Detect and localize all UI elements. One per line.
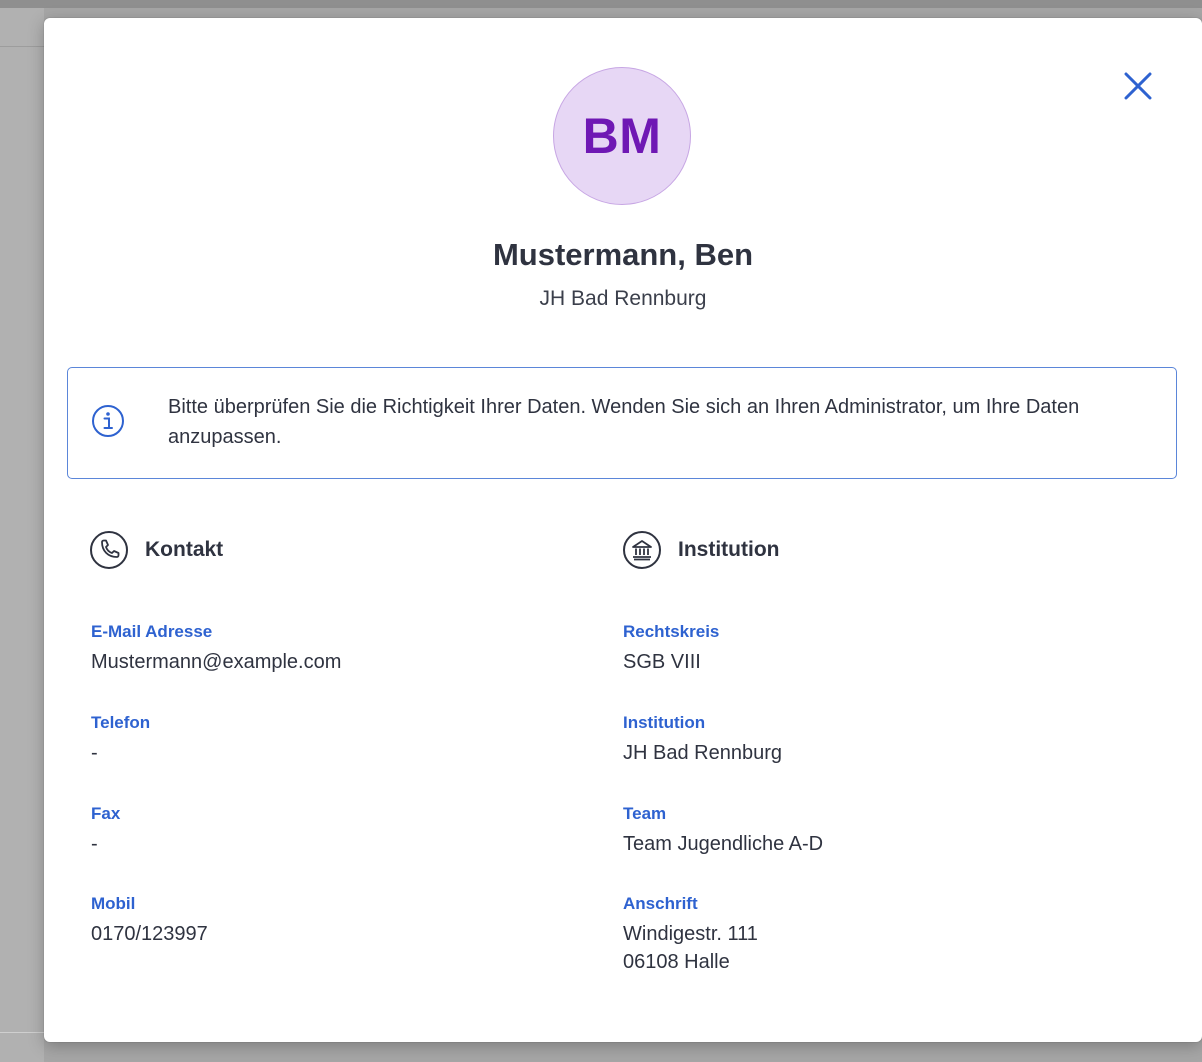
contact-section-header: Kontakt xyxy=(89,530,223,570)
backdrop-left-page xyxy=(0,8,44,1062)
field-address: Anschrift Windigestr. 111 06108 Halle xyxy=(623,894,1103,976)
field-value: SGB VIII xyxy=(623,651,701,674)
field-value: - xyxy=(91,742,98,765)
field-value: Team Jugendliche A-D xyxy=(623,833,824,856)
field-label: Rechtskreis xyxy=(623,622,720,641)
user-name: Mustermann, Ben xyxy=(492,237,754,272)
field-value: JH Bad Rennburg xyxy=(623,742,782,765)
phone-icon xyxy=(89,530,129,570)
field-label: Fax xyxy=(91,804,121,823)
backdrop-divider xyxy=(0,46,44,47)
institution-section-title: Institution xyxy=(678,538,780,561)
close-button[interactable] xyxy=(1120,68,1156,104)
field-email: E-Mail Adresse Mustermann@example.com xyxy=(91,622,571,676)
info-message: Bitte überprüfen Sie die Richtigkeit Ihr… xyxy=(168,396,1080,448)
field-label: Telefon xyxy=(91,713,151,732)
field-phone: Telefon - xyxy=(91,713,571,767)
field-value: Mustermann@example.com xyxy=(91,651,342,674)
field-value: Windigestr. 111 06108 Halle xyxy=(623,923,758,974)
user-profile-modal: BM Mustermann, Ben JH Bad Rennburg Bitte… xyxy=(44,18,1202,1042)
field-institution: Institution JH Bad Rennburg xyxy=(623,713,1103,767)
field-label: Institution xyxy=(623,713,706,732)
contact-section-title: Kontakt xyxy=(145,538,224,561)
info-banner: Bitte überprüfen Sie die Richtigkeit Ihr… xyxy=(67,367,1177,479)
field-label: Mobil xyxy=(91,894,136,913)
avatar-initials: BM xyxy=(582,108,662,164)
field-value: - xyxy=(91,833,98,856)
field-team: Team Team Jugendliche A-D xyxy=(623,804,1103,858)
field-label: Anschrift xyxy=(623,894,698,913)
field-legal-area: Rechtskreis SGB VIII xyxy=(623,622,1103,676)
field-label: Team xyxy=(623,804,667,823)
institution-section-header: Institution xyxy=(622,530,779,570)
field-mobile: Mobil 0170/123997 xyxy=(91,894,571,948)
avatar: BM xyxy=(553,67,691,205)
backdrop-top-strip xyxy=(0,0,1202,8)
close-icon xyxy=(1124,72,1152,100)
field-value: 0170/123997 xyxy=(91,923,208,946)
user-organization: JH Bad Rennburg xyxy=(539,287,707,310)
info-icon xyxy=(92,405,124,437)
field-fax: Fax - xyxy=(91,804,571,858)
backdrop-divider-bottom xyxy=(0,1032,44,1033)
bank-icon xyxy=(622,530,662,570)
field-label: E-Mail Adresse xyxy=(91,622,213,641)
